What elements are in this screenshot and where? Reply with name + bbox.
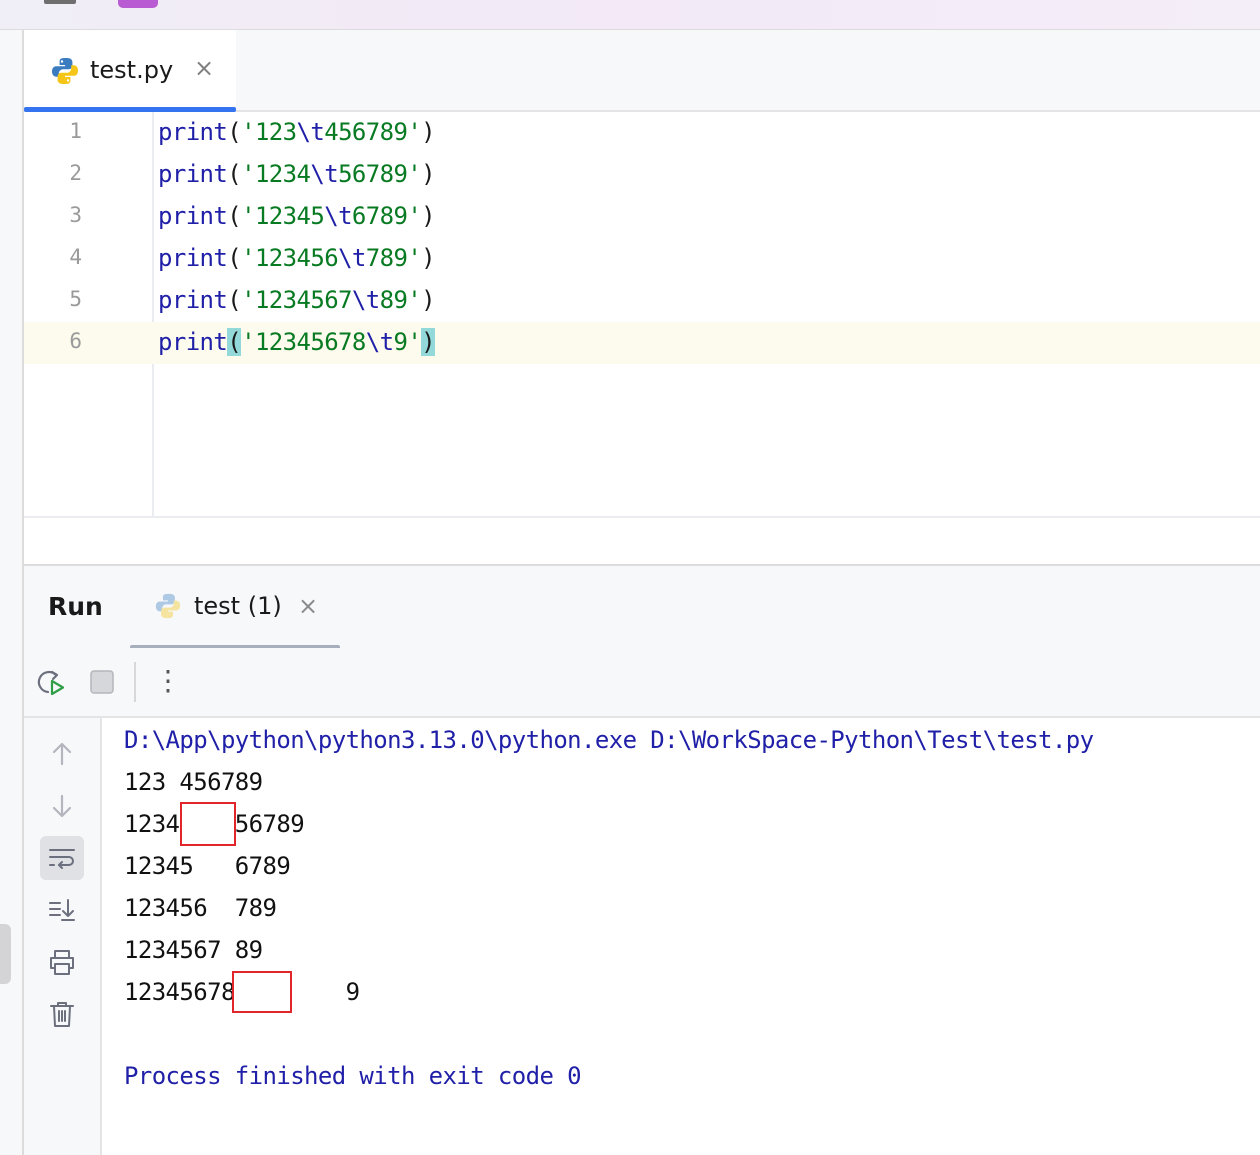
code-text: print('1234567\t89') — [158, 286, 436, 314]
printer-icon[interactable] — [40, 940, 84, 984]
code-text: print('12345678\t9') — [158, 328, 436, 356]
line-number: 4 — [69, 245, 82, 269]
left-tool-strip — [0, 30, 24, 1155]
tool-strip-handle[interactable] — [0, 924, 11, 984]
toolbar-separator — [134, 662, 136, 702]
code-text: print('123456\t789') — [158, 244, 436, 272]
window-title-bar — [0, 0, 1260, 30]
code-line[interactable]: 2 print('1234\t56789') — [24, 154, 1260, 196]
arrow-down-icon[interactable] — [40, 784, 84, 828]
tab-width-highlight-box — [180, 802, 236, 846]
rerun-icon[interactable] — [34, 666, 66, 698]
matched-bracket: ) — [421, 328, 436, 356]
main-menu-icon[interactable] — [44, 0, 76, 4]
more-options-icon[interactable]: ⋮ — [152, 666, 184, 698]
line-number: 6 — [69, 329, 82, 353]
code-line[interactable]: 3 print('12345\t6789') — [24, 196, 1260, 238]
code-line[interactable]: 4 print('123456\t789') — [24, 238, 1260, 280]
console-line: 123 456789 — [124, 768, 263, 796]
run-panel-title: Run — [48, 592, 103, 621]
line-number: 1 — [69, 119, 82, 143]
close-icon[interactable]: × — [298, 592, 318, 620]
stop-icon[interactable] — [86, 666, 118, 698]
run-tab-label: test (1) — [194, 592, 282, 620]
project-badge[interactable] — [118, 0, 158, 8]
python-icon — [50, 56, 80, 90]
code-line[interactable]: 1 print('123\t456789') — [24, 112, 1260, 154]
console-line: 123456 789 — [124, 894, 277, 922]
console-command-line: D:\App\python\python3.13.0\python.exe D:… — [124, 726, 1094, 754]
run-tab-test[interactable]: test (1) × — [130, 566, 340, 650]
console-line: 1234567 89 — [124, 936, 263, 964]
scroll-to-end-icon[interactable] — [40, 888, 84, 932]
trash-icon[interactable] — [40, 992, 84, 1036]
code-line-current[interactable]: 6 print('12345678\t9') — [24, 322, 1260, 364]
code-text: print('123\t456789') — [158, 118, 436, 146]
console-output[interactable]: D:\App\python\python3.13.0\python.exe D:… — [102, 718, 1260, 1155]
console-side-toolbar — [24, 718, 102, 1155]
run-toolbar: ⋮ — [24, 648, 1260, 718]
editor-tab-bar: test.py × — [24, 30, 1260, 112]
close-icon[interactable]: × — [194, 54, 214, 82]
code-text: print('1234\t56789') — [158, 160, 436, 188]
line-number: 5 — [69, 287, 82, 311]
editor-bottom-border — [24, 516, 1260, 518]
python-icon — [154, 592, 182, 624]
arrow-up-icon[interactable] — [40, 732, 84, 776]
tab-width-highlight-box — [232, 971, 292, 1013]
console-line: 12345 6789 — [124, 852, 291, 880]
line-number: 2 — [69, 161, 82, 185]
console-exit-message: Process finished with exit code 0 — [124, 1062, 582, 1090]
soft-wrap-icon[interactable] — [40, 836, 84, 880]
code-text: print('12345\t6789') — [158, 202, 436, 230]
matched-bracket: ( — [227, 328, 242, 356]
tab-filename: test.py — [90, 56, 174, 84]
line-number: 3 — [69, 203, 82, 227]
code-line[interactable]: 5 print('1234567\t89') — [24, 280, 1260, 322]
code-editor[interactable]: 1 print('123\t456789') 2 print('1234\t56… — [24, 112, 1260, 516]
editor-tab-test-py[interactable]: test.py × — [24, 30, 236, 112]
run-panel-header: Run test (1) × — [24, 564, 1260, 650]
